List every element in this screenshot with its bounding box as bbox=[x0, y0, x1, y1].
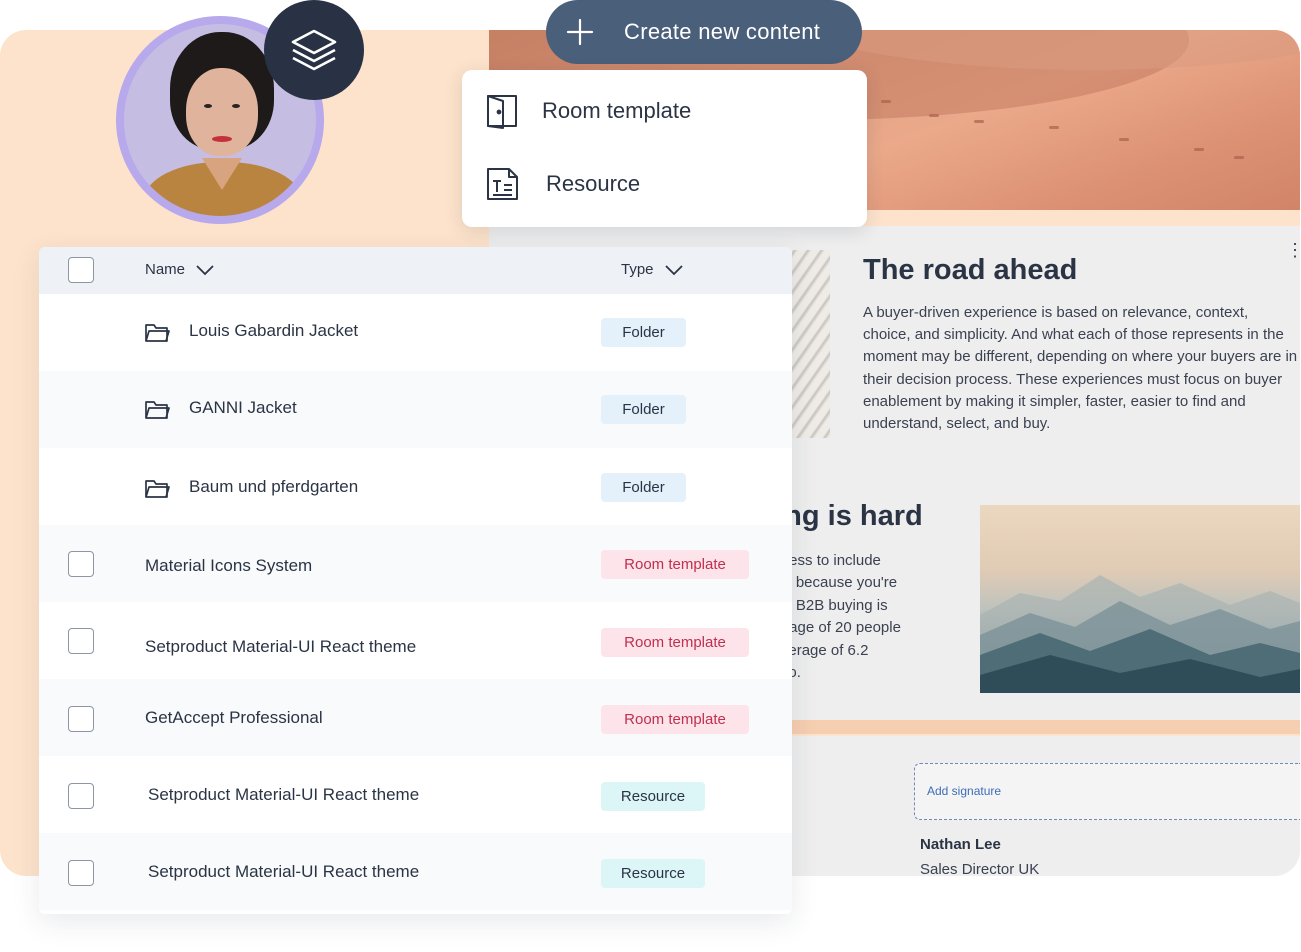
row-name: GetAccept Professional bbox=[145, 708, 323, 727]
content-table: Name Type Louis Gabardin Jacket Folder G… bbox=[39, 247, 792, 914]
create-new-content-button[interactable]: Create new content bbox=[546, 0, 862, 64]
menu-item-resource[interactable]: Resource bbox=[484, 166, 640, 202]
row-name: Setproduct Material-UI React theme bbox=[148, 862, 420, 881]
row-checkbox[interactable] bbox=[68, 706, 94, 732]
menu-item-room-template[interactable]: Room template bbox=[484, 93, 691, 129]
table-row[interactable]: Baum und pferdgarten Folder bbox=[39, 448, 792, 525]
table-row[interactable]: Setproduct Material-UI React theme Resou… bbox=[39, 833, 792, 910]
row-name: GANNI Jacket bbox=[189, 398, 297, 417]
table-row[interactable]: Setproduct Material-UI React theme Room … bbox=[39, 602, 792, 679]
chevron-down-icon bbox=[196, 264, 214, 275]
plus-icon bbox=[566, 18, 594, 46]
row-name: Louis Gabardin Jacket bbox=[189, 321, 359, 340]
more-dots-icon[interactable]: ⋮ bbox=[1286, 240, 1301, 261]
row-name: Material Icons System bbox=[145, 556, 313, 575]
type-badge-resource: Resource bbox=[601, 782, 705, 811]
signer-role: Sales Director UK bbox=[920, 861, 1040, 878]
menu-item-label: Room template bbox=[542, 98, 692, 123]
add-signature-field[interactable]: Add signature bbox=[914, 763, 1300, 820]
row-checkbox[interactable] bbox=[68, 783, 94, 809]
type-badge-folder: Folder bbox=[601, 395, 686, 424]
article-title: The road ahead bbox=[863, 254, 1078, 286]
create-content-menu: Room template Resource bbox=[462, 70, 867, 227]
row-checkbox[interactable] bbox=[68, 860, 94, 886]
type-badge-folder: Folder bbox=[601, 473, 686, 502]
text-document-icon bbox=[484, 166, 520, 202]
mountain-image bbox=[980, 505, 1300, 693]
type-badge-room-template: Room template bbox=[601, 628, 749, 657]
create-new-content-label: Create new content bbox=[624, 19, 821, 44]
add-signature-label: Add signature bbox=[927, 784, 1002, 798]
signer-name: Nathan Lee bbox=[920, 836, 1001, 853]
article-body: A buyer-driven experience is based on re… bbox=[863, 304, 1298, 433]
row-checkbox[interactable] bbox=[68, 551, 94, 577]
type-badge-room-template: Room template bbox=[601, 550, 749, 579]
column-header-name[interactable]: Name bbox=[145, 261, 215, 278]
door-icon bbox=[484, 93, 520, 129]
layers-icon bbox=[264, 0, 364, 100]
folder-icon bbox=[145, 480, 170, 498]
type-badge-room-template: Room template bbox=[601, 705, 749, 734]
select-all-checkbox[interactable] bbox=[68, 257, 94, 283]
table-header: Name Type bbox=[39, 247, 792, 294]
column-header-type[interactable]: Type bbox=[621, 261, 684, 278]
row-name: Setproduct Material-UI React theme bbox=[148, 785, 420, 804]
table-row[interactable]: Material Icons System Room template bbox=[39, 525, 792, 602]
type-badge-resource: Resource bbox=[601, 859, 705, 888]
chevron-down-icon bbox=[664, 264, 683, 275]
row-name: Baum und pferdgarten bbox=[189, 477, 359, 496]
row-checkbox[interactable] bbox=[68, 628, 94, 654]
table-row[interactable]: GetAccept Professional Room template bbox=[39, 679, 792, 756]
table-row[interactable]: GANNI Jacket Folder bbox=[39, 371, 792, 448]
table-row[interactable]: Louis Gabardin Jacket Folder bbox=[39, 294, 792, 371]
menu-item-label: Resource bbox=[546, 171, 641, 196]
table-row[interactable]: Setproduct Material-UI React theme Resou… bbox=[39, 756, 792, 833]
folder-icon bbox=[145, 401, 170, 419]
type-badge-folder: Folder bbox=[601, 318, 686, 347]
row-name: Setproduct Material-UI React theme bbox=[145, 637, 417, 656]
folder-icon bbox=[145, 324, 170, 342]
